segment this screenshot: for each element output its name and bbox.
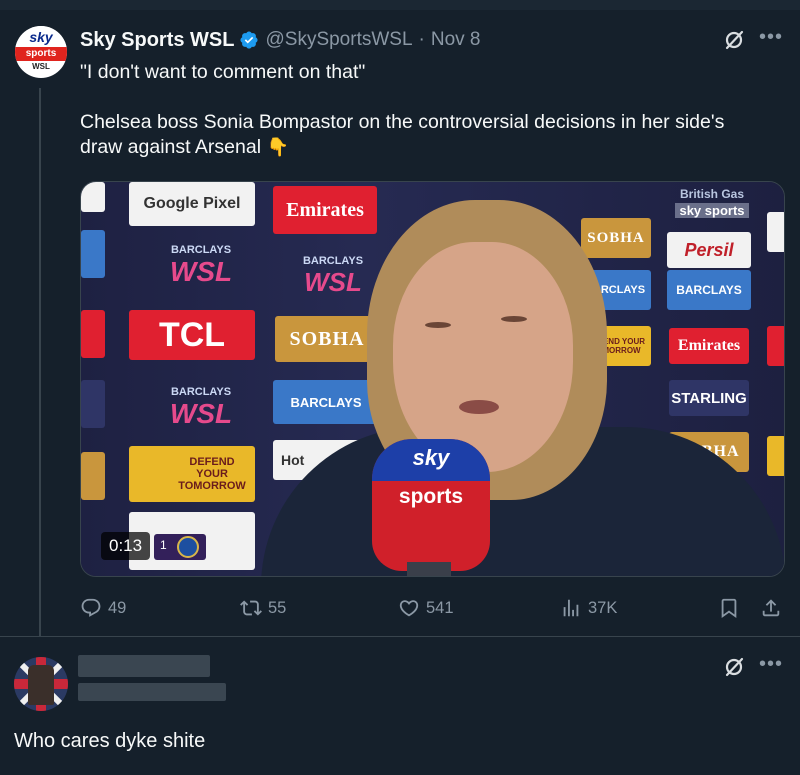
mic-sky-label: sky	[412, 445, 450, 470]
video-timestamp: 0:13	[101, 532, 151, 560]
board-persil: Persil	[667, 232, 751, 268]
tweet-text-line-2: Chelsea boss Sonia Bompastor on the cont…	[80, 111, 725, 133]
barclays-label: BARCLAYS	[302, 254, 364, 267]
tweet[interactable]: sky sports WSL Sky Sports WSL @SkySports…	[0, 10, 800, 656]
board-sobha-1: SOBHA	[275, 316, 379, 362]
board-edge-3	[81, 310, 105, 358]
board-edge-1	[81, 182, 105, 212]
tweet-header: Sky Sports WSL @SkySportsWSL · Nov 8	[80, 28, 481, 52]
share-icon	[762, 599, 780, 617]
bookmark-icon	[721, 598, 737, 619]
british-gas-label: British Gas	[679, 186, 745, 201]
board-edge-right-2	[767, 326, 784, 366]
mic-handle	[407, 562, 451, 576]
mic-sports-label: sports	[398, 485, 464, 508]
views-count: 37K	[588, 598, 618, 617]
views-icon	[563, 599, 579, 617]
separator-dot: ·	[418, 29, 425, 50]
views-button[interactable]: 37K	[560, 596, 617, 620]
right-eye	[501, 316, 527, 322]
bookmark-button[interactable]	[718, 596, 746, 620]
pointing-down-emoji: 👇	[266, 137, 289, 157]
reply-avatar[interactable]	[14, 657, 68, 711]
like-icon	[399, 600, 419, 617]
reply-icon	[81, 598, 101, 617]
board-emirates: Emirates	[273, 186, 377, 234]
board-defend: DEFEND YOUR TOMORROW	[129, 446, 255, 502]
score-value: 1	[160, 538, 167, 552]
verified-badge-icon[interactable]	[239, 30, 259, 50]
board-barclays-wsl-2: BARCLAYS WSL	[281, 246, 385, 306]
repost-count: 55	[268, 598, 287, 617]
more-icon[interactable]: •••	[758, 654, 784, 679]
board-google: Google Pixel	[129, 182, 255, 226]
board-barclays-wsl-1: BARCLAYS WSL	[141, 234, 261, 298]
top-strip	[0, 0, 800, 10]
sky-sports-label: sky sports	[675, 202, 749, 218]
thread-line	[39, 88, 41, 656]
board-edge-4	[81, 380, 105, 428]
avatar-word-wsl: WSL	[32, 62, 50, 71]
board-starling: STARLING	[669, 380, 749, 416]
tweet-text-line-3: draw against Arsenal	[80, 136, 262, 158]
person-face	[393, 242, 573, 472]
avatar-word-sports: sports	[15, 47, 67, 61]
chelsea-crest-icon	[177, 536, 199, 558]
redacted-display-name	[78, 655, 210, 677]
like-count: 541	[426, 598, 454, 617]
board-sobha-2: SOBHA	[581, 218, 651, 258]
avatar-person	[28, 665, 54, 705]
board-barclays-blue: BARCLAYS	[273, 380, 379, 424]
grok-icon[interactable]	[722, 28, 746, 52]
like-button[interactable]: 541	[398, 596, 454, 620]
barclays-label: BARCLAYS	[170, 244, 232, 256]
video-media[interactable]: Google Pixel Emirates BARCLAYS WSL BARCL…	[80, 181, 785, 577]
timestamp-date[interactable]: Nov 8	[431, 29, 481, 51]
redacted-handle	[78, 683, 226, 701]
display-name[interactable]: Sky Sports WSL	[80, 29, 234, 52]
grok-icon[interactable]	[722, 655, 746, 679]
action-bar: 49 55 541 37K	[80, 596, 785, 620]
share-button[interactable]	[760, 596, 788, 620]
more-icon[interactable]: •••	[758, 27, 784, 52]
reply-text: Who cares dyke shite	[14, 730, 206, 752]
repost-icon	[240, 600, 262, 616]
board-edge-2	[81, 230, 105, 278]
board-british-gas: British Gas sky sports	[669, 182, 755, 222]
avatar[interactable]: sky sports WSL	[15, 26, 67, 78]
left-eye	[425, 322, 451, 328]
tweet-text-line-1: "I don't want to comment on that"	[80, 61, 366, 83]
tweet-text: "I don't want to comment on that" Chelse…	[80, 60, 780, 160]
board-barclays-blue-3: BARCLAYS	[667, 270, 751, 310]
reply-count: 49	[108, 598, 127, 617]
board-emirates-2: Emirates	[669, 328, 749, 364]
board-tcl: TCL	[129, 310, 255, 360]
mouth	[459, 400, 499, 414]
handle[interactable]: @SkySportsWSL	[265, 29, 412, 51]
board-edge-right-3	[767, 436, 784, 476]
avatar-word-sky: sky	[29, 29, 53, 45]
barclays-label: BARCLAYS	[170, 386, 232, 398]
board-edge-5	[81, 452, 105, 500]
wsl-label: WSL	[169, 398, 233, 429]
reply-button[interactable]: 49	[80, 596, 126, 620]
microphone: sky sports	[372, 439, 490, 571]
board-barclays-wsl-3: BARCLAYS WSL	[141, 376, 261, 440]
wsl-label: WSL	[169, 256, 233, 287]
wsl-label: WSL	[304, 266, 362, 297]
reply-tweet[interactable]: ••• Who cares dyke shite	[0, 637, 800, 775]
repost-button[interactable]: 55	[240, 596, 286, 620]
board-edge-right-1	[767, 212, 784, 252]
